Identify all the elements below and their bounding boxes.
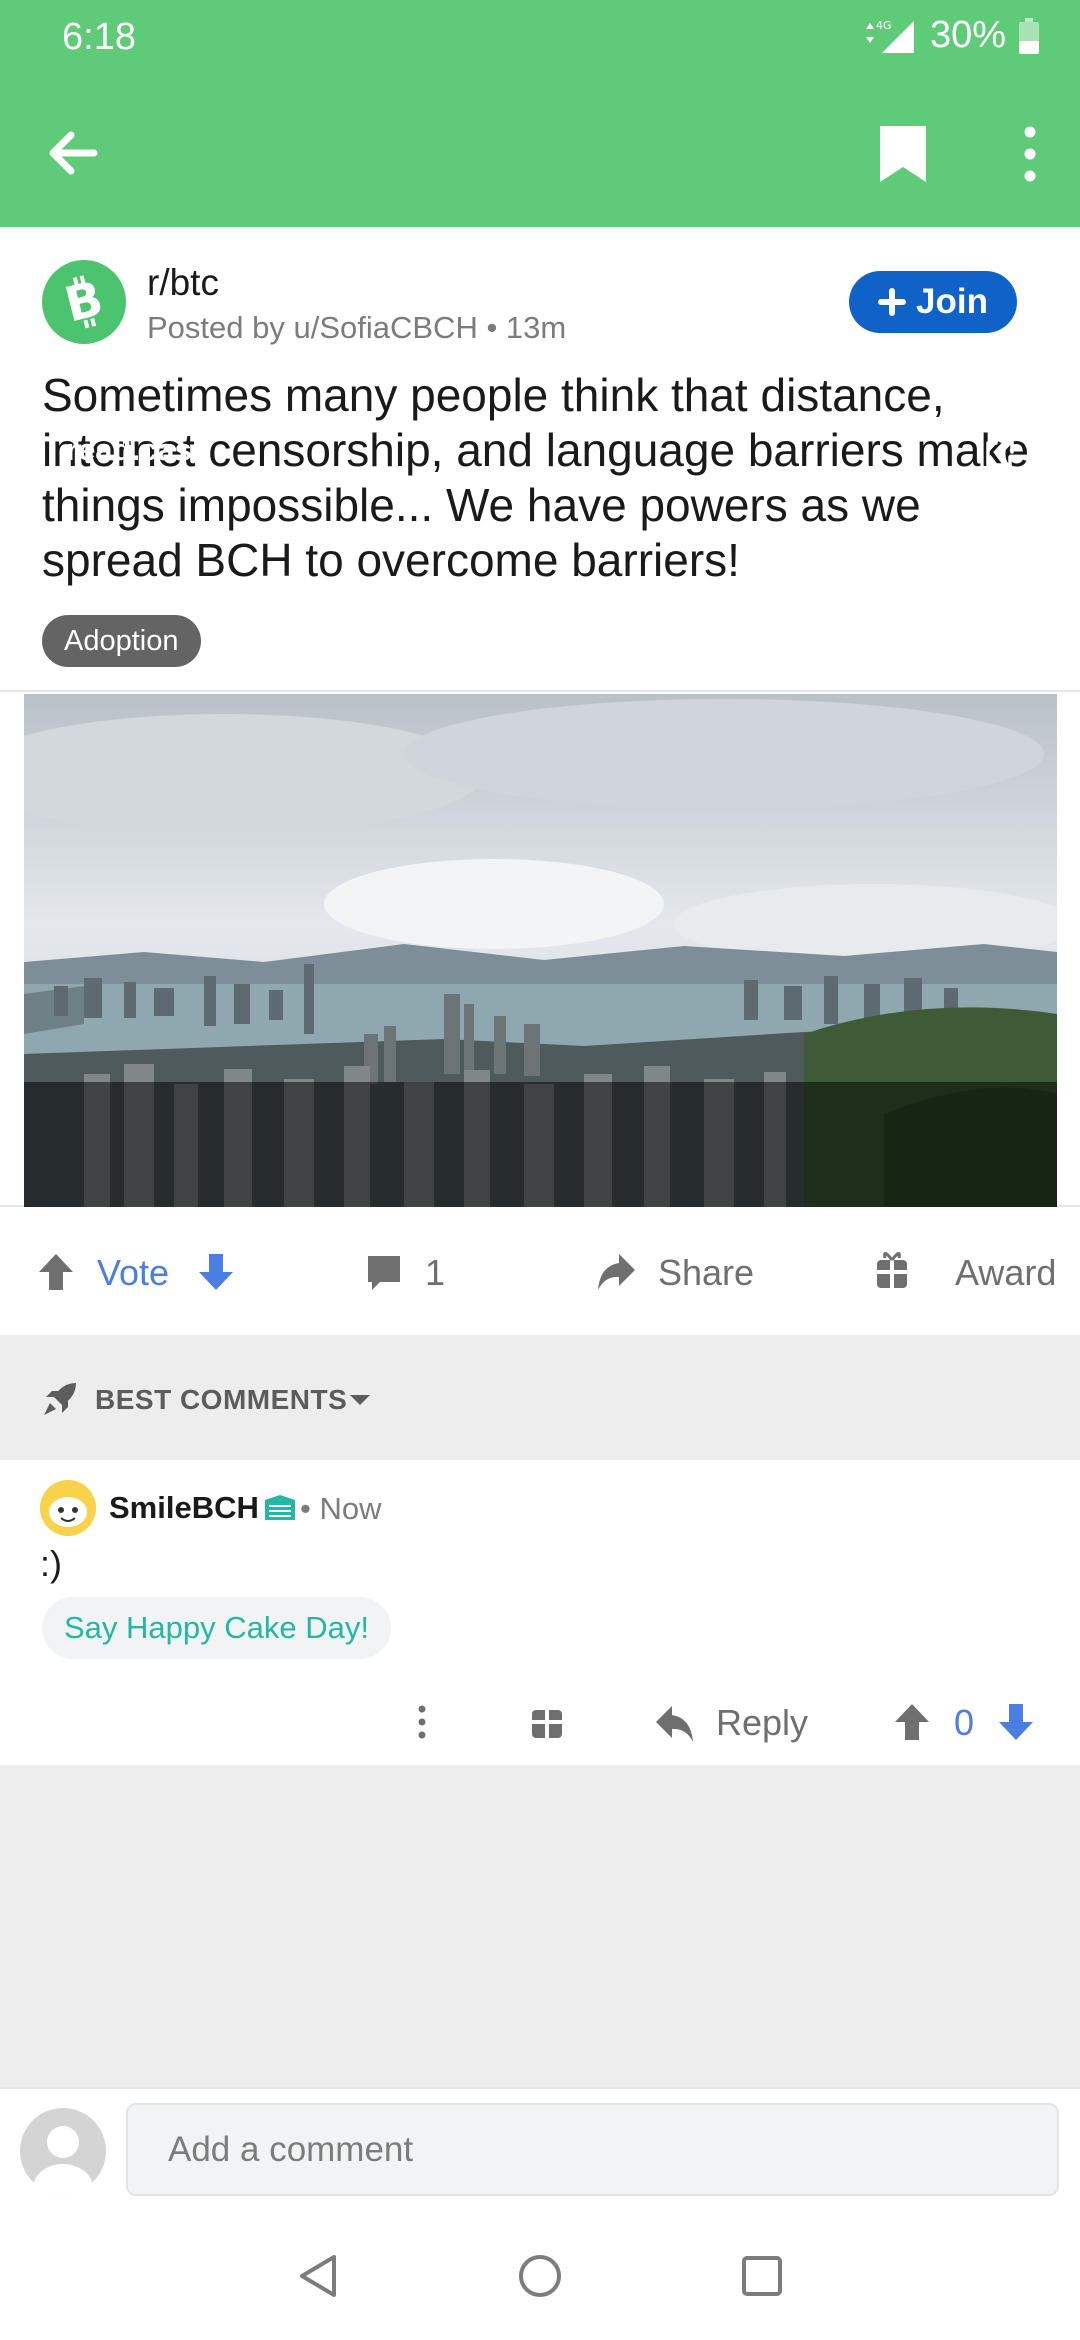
post-screen: 6:18 4G 30% B r/btc Posted by u/SofiaCBC… (0, 0, 1080, 2340)
battery-percent: 30% (929, 14, 1006, 56)
link-domain[interactable]: read.cash (66, 432, 211, 468)
join-label: Join (916, 282, 988, 321)
vote-label: Vote (97, 1251, 170, 1293)
share-label[interactable]: Share (658, 1210, 754, 1335)
nav-home-icon[interactable] (515, 2251, 565, 2301)
network-type: 4G (876, 19, 892, 32)
post-action-bar: Vote 1 Share Award (0, 1210, 1080, 1335)
link-preview[interactable] (0, 690, 1080, 1207)
comment-action-bar: Reply 0 (0, 1680, 1080, 1765)
comment-author-avatar[interactable] (40, 1480, 96, 1536)
nav-back-icon[interactable] (294, 2251, 344, 2301)
post-meta[interactable]: Posted by u/SofiaCBCH • 13m (147, 310, 566, 346)
comment-body: :) (40, 1543, 62, 1584)
comments-sort-label[interactable]: BEST COMMENTS (95, 1384, 347, 1416)
app-header: 6:18 4G 30% (0, 0, 1080, 227)
rocket-icon (44, 1383, 76, 1415)
share-arrow-icon[interactable] (595, 1210, 637, 1335)
status-icons: 4G 30% (862, 14, 1040, 57)
comment-count[interactable]: 1 (425, 1210, 445, 1335)
award-label[interactable]: Award (955, 1210, 1056, 1335)
comment-more-icon[interactable] (402, 1680, 442, 1765)
more-vertical-icon[interactable] (1010, 120, 1050, 188)
add-comment-input[interactable]: Add a comment (126, 2103, 1059, 2196)
post-title: Sometimes many people think that distanc… (42, 369, 1030, 586)
network-signal-icon: 4G (865, 19, 914, 53)
back-arrow-icon[interactable] (38, 118, 108, 188)
comment-downvote-icon[interactable] (996, 1680, 1036, 1765)
battery-icon (1019, 17, 1039, 54)
bookmark-icon[interactable] (874, 122, 932, 186)
snoo-avatar-icon (40, 1480, 96, 1536)
reply-arrow-icon[interactable] (654, 1680, 696, 1765)
reply-label[interactable]: Reply (716, 1680, 808, 1765)
comment-score: 0 (954, 1701, 975, 1743)
nav-recents-icon[interactable] (737, 2251, 787, 2301)
link-preview-caption-bar (24, 1082, 1057, 1207)
bitcoin-cash-icon: B (59, 272, 108, 332)
happy-cake-day-button[interactable]: Say Happy Cake Day! (42, 1597, 391, 1659)
plus-icon (878, 288, 907, 316)
empty-comment-area (0, 1765, 1080, 2087)
caret-down-icon (350, 1395, 370, 1405)
comment-award-icon[interactable] (528, 1680, 566, 1765)
comment-bubble-icon[interactable] (364, 1210, 404, 1335)
comment-upvote-icon[interactable] (892, 1680, 932, 1765)
subreddit-name[interactable]: r/btc (147, 262, 219, 304)
join-button[interactable]: Join (849, 271, 1017, 333)
comment-author[interactable]: SmileBCH (109, 1490, 259, 1526)
comment-time: • Now (300, 1491, 382, 1526)
gift-award-icon[interactable] (873, 1210, 911, 1335)
upvote-arrow-icon[interactable] (36, 1210, 76, 1335)
external-link-icon[interactable] (982, 437, 1016, 471)
post-flair[interactable]: Adoption (42, 615, 201, 667)
subreddit-avatar[interactable]: B (42, 260, 126, 344)
status-time: 6:18 (62, 16, 136, 58)
cake-day-badge-icon (265, 1495, 295, 1520)
downvote-arrow-icon[interactable] (196, 1210, 236, 1335)
user-silhouette-icon (33, 2126, 93, 2194)
user-avatar[interactable] (20, 2108, 106, 2194)
